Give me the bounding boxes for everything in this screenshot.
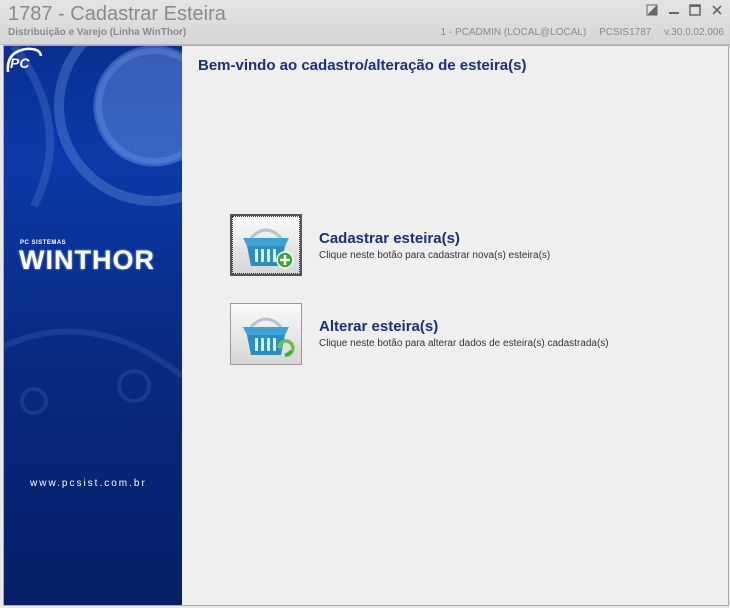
maximize-icon[interactable]: [686, 2, 704, 18]
pc-logo-text: PC: [10, 55, 30, 71]
minimize-icon[interactable]: [665, 2, 683, 18]
close-icon[interactable]: [708, 2, 726, 18]
welcome-heading: Bem-vindo ao cadastro/alteração de estei…: [198, 57, 527, 74]
basket-add-icon: [243, 228, 294, 269]
user-info: 1 - PCADMIN (LOCAL@LOCAL): [440, 27, 587, 38]
content-area: Bem-vindo ao cadastro/alteração de estei…: [182, 46, 728, 605]
sidebar-decoration: [4, 46, 182, 415]
restore-window-icon[interactable]: [643, 2, 661, 18]
alterar-esteira-title[interactable]: Alterar esteira(s): [319, 318, 438, 335]
winthor-logo: WINTHOR: [19, 245, 155, 275]
version-info: v.30.0.02.006: [664, 27, 724, 38]
cadastrar-esteira-button[interactable]: [230, 214, 302, 276]
pc-logo-icon: PC: [6, 47, 43, 73]
program-code: PCSIS1787: [599, 27, 652, 38]
website-text: www.pcsist.com.br: [30, 478, 147, 489]
cadastrar-esteira-title[interactable]: Cadastrar esteira(s): [319, 230, 460, 247]
alterar-esteira-description: Clique neste botão para alterar dados de…: [319, 338, 609, 349]
window-subtitle: Distribuição e Varejo (Linha WinThor): [8, 27, 187, 38]
alterar-esteira-button[interactable]: [230, 303, 302, 365]
basket-refresh-icon: [243, 317, 295, 357]
main-frame: PC SISTEMAS WINTHOR PC www.pcsist.com.br…: [3, 45, 729, 606]
title-bar: 1787 - Cadastrar Esteira Distribuição e …: [0, 0, 730, 45]
cadastrar-esteira-description: Clique neste botão para cadastrar nova(s…: [319, 250, 551, 261]
window-title: 1787 - Cadastrar Esteira: [8, 3, 226, 25]
sidebar-banner: PC SISTEMAS WINTHOR PC www.pcsist.com.br: [4, 46, 182, 605]
status-info: 1 - PCADMIN (LOCAL@LOCAL) PCSIS1787 v.30…: [431, 27, 724, 38]
